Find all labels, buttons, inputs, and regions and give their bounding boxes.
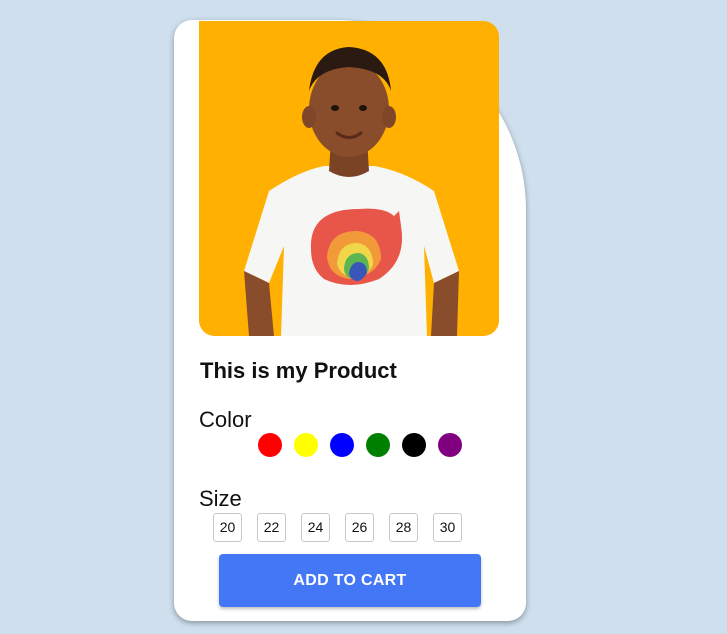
color-swatch-black[interactable] <box>402 433 426 457</box>
size-option-20[interactable]: 20 <box>213 513 242 542</box>
size-option-30[interactable]: 30 <box>433 513 462 542</box>
product-card: This is my Product Color Size 20 22 24 2… <box>174 20 526 621</box>
size-options: 20 22 24 26 28 30 <box>213 513 462 542</box>
color-swatch-yellow[interactable] <box>294 433 318 457</box>
size-option-24[interactable]: 24 <box>301 513 330 542</box>
color-label: Color <box>199 407 252 432</box>
product-title: This is my Product <box>200 358 397 383</box>
size-option-26[interactable]: 26 <box>345 513 374 542</box>
color-swatch-blue[interactable] <box>330 433 354 457</box>
product-image <box>199 21 499 336</box>
color-swatch-purple[interactable] <box>438 433 462 457</box>
color-swatch-green[interactable] <box>366 433 390 457</box>
color-options <box>258 433 462 457</box>
product-photo-illustration <box>199 21 499 336</box>
size-label: Size <box>199 486 242 511</box>
size-option-22[interactable]: 22 <box>257 513 286 542</box>
size-option-28[interactable]: 28 <box>389 513 418 542</box>
color-swatch-red[interactable] <box>258 433 282 457</box>
add-to-cart-button[interactable]: ADD TO CART <box>219 554 481 607</box>
